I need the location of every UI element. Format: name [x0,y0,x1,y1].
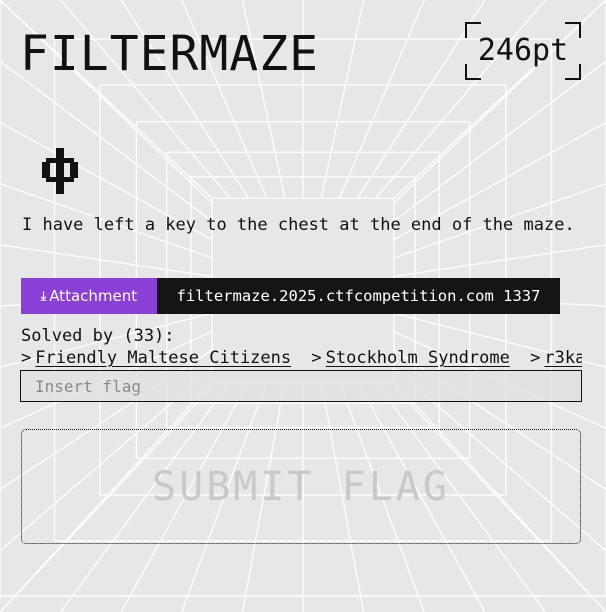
flag-input[interactable] [20,370,582,402]
solved-by-heading: Solved by (33): [21,326,175,346]
solver-list: > Friendly Maltese Citizens > Stockholm Sy… [21,347,582,371]
download-arrow-icon: ⤓ [40,288,47,303]
phi-icon [42,148,78,194]
chevron-right-icon: > [311,348,322,368]
chevron-right-icon: > [21,348,32,368]
points-value: 246pt [477,33,569,68]
challenge-description: I have left a key to the chest at the en… [22,215,575,235]
solver-team-link[interactable]: Friendly Maltese Citizens [35,348,291,368]
attachment-button[interactable]: ⤓ Attachment [21,278,157,314]
submit-flag-button[interactable]: SUBMIT FLAG [21,429,581,544]
solver-team-link[interactable]: r3ka [544,348,582,368]
solver-item: > Friendly Maltese Citizens [21,348,291,368]
solver-item: > r3ka [530,348,582,368]
solver-item: > Stockholm Syndrome [311,348,509,368]
chevron-right-icon: > [530,348,541,368]
points-badge: 246pt [465,22,581,80]
attachment-bar: ⤓ Attachment filtermaze.2025.ctfcompetit… [21,278,560,314]
attachment-label: Attachment [49,287,138,305]
connection-info: filtermaze.2025.ctfcompetition.com 1337 [157,278,560,314]
challenge-title: FILTERMAZE [20,26,319,82]
solver-team-link[interactable]: Stockholm Syndrome [326,348,510,368]
